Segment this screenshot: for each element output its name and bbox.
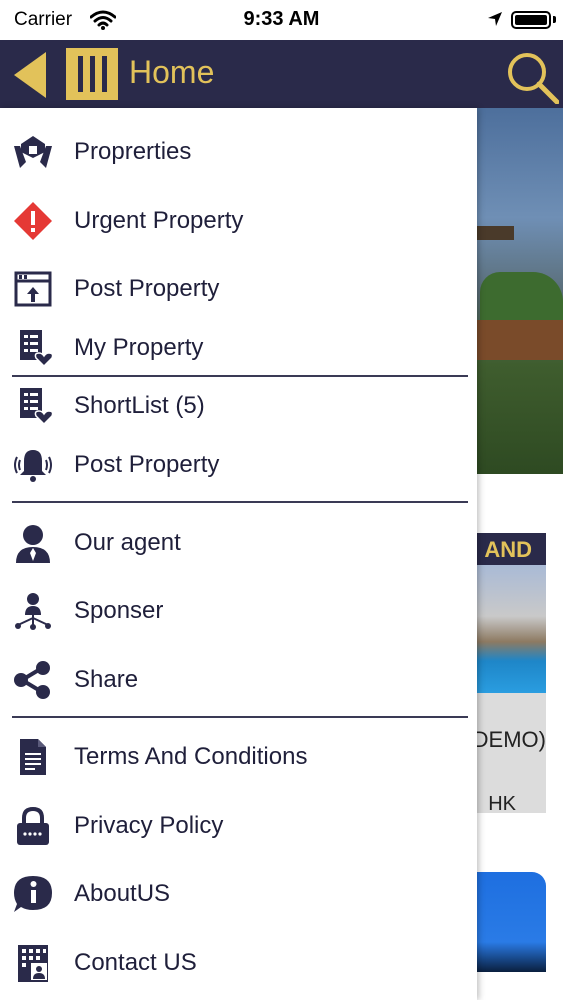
menu-item-label: AboutUS (74, 880, 171, 907)
hero-deck (470, 320, 563, 360)
menu-item-urgent-property[interactable]: Urgent Property (0, 193, 477, 249)
menu-item-our-agent[interactable]: Our agent (0, 515, 477, 571)
menu-item-my-property[interactable]: My Property (0, 320, 477, 376)
menu-item-label: Our agent (74, 529, 181, 556)
menu-item-post-property-alert[interactable]: Post Property (0, 437, 477, 493)
menu-item-label: Sponser (74, 597, 164, 624)
lock-icon (17, 806, 49, 845)
menu-item-label: Contact US (74, 949, 197, 976)
alert-diamond-icon (14, 202, 52, 240)
menu-item-about-us[interactable]: AboutUS (0, 866, 477, 922)
upload-window-icon (14, 271, 52, 307)
menu-item-shortlist[interactable]: ShortList (5) (0, 378, 477, 434)
menu-item-sponser[interactable]: Sponser (0, 583, 477, 639)
location-arrow-icon (487, 11, 503, 32)
battery-tip (553, 16, 556, 23)
side-drawer: Proprerties Urgent Property Post Propert… (0, 108, 477, 1000)
search-button[interactable] (503, 48, 560, 105)
menu-item-label: Terms And Conditions (74, 743, 308, 770)
document-icon (20, 739, 46, 775)
promo-banner[interactable] (470, 872, 546, 972)
menu-item-label: Urgent Property (74, 207, 244, 234)
contact-building-icon (18, 945, 48, 982)
sponsor-network-icon (15, 593, 51, 630)
search-icon (508, 53, 560, 105)
menu-toggle-button[interactable] (66, 48, 118, 100)
status-bar: Carrier 9:33 AM (0, 0, 563, 40)
card-title: DEMO) (472, 727, 546, 752)
menu-item-contact-us[interactable]: Contact US (0, 935, 477, 991)
menu-item-label: ShortList (5) (74, 392, 205, 419)
menu-item-label: Privacy Policy (74, 812, 224, 839)
share-icon (14, 661, 50, 699)
hands-house-icon (14, 136, 52, 168)
menu-divider (12, 501, 468, 503)
menu-divider (12, 375, 468, 377)
menu-item-label: Post Property (74, 451, 220, 478)
back-button[interactable] (10, 50, 50, 100)
menu-item-privacy-policy[interactable]: Privacy Policy (0, 798, 477, 854)
menu-item-label: My Property (74, 334, 204, 361)
menu-bar-icon (90, 56, 95, 92)
menu-bar-icon (102, 56, 107, 92)
back-arrow-icon (14, 52, 46, 98)
battery-icon (511, 11, 551, 29)
card-image (470, 565, 546, 693)
card-subtitle: HK (488, 793, 516, 815)
menu-item-post-property[interactable]: Post Property (0, 261, 477, 317)
menu-item-label: Proprerties (74, 138, 192, 165)
menu-item-terms[interactable]: Terms And Conditions (0, 729, 477, 785)
info-icon (14, 876, 52, 912)
bell-ringing-icon (14, 450, 52, 482)
menu-divider (12, 716, 468, 718)
card-band-text: AND (484, 537, 532, 562)
list-heart-icon (20, 330, 54, 368)
list-heart-icon (20, 388, 54, 426)
agent-icon (16, 525, 50, 563)
menu-item-label: Share (74, 666, 139, 693)
menu-item-share[interactable]: Share (0, 652, 477, 708)
app-header: Home (0, 40, 563, 108)
card-band: AND (470, 533, 546, 565)
page-title: Home (129, 54, 215, 90)
status-time: 9:33 AM (243, 8, 320, 30)
menu-item-properties[interactable]: Proprerties (0, 124, 477, 180)
menu-item-label: Post Property (74, 275, 220, 302)
menu-bar-icon (78, 56, 83, 92)
hero-trees (480, 272, 563, 322)
property-card[interactable]: AND DEMO) HK (470, 533, 546, 815)
